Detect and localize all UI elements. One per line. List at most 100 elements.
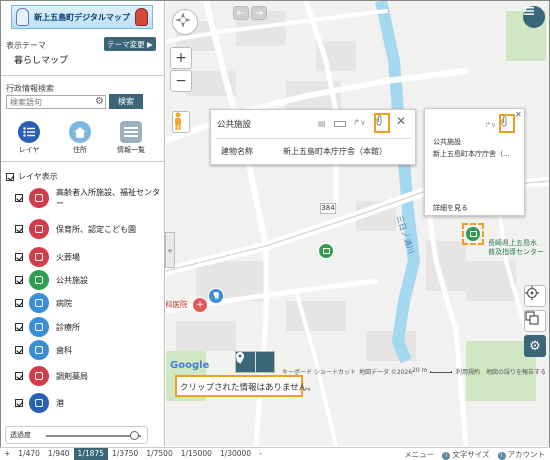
close-icon: ✕ [396, 114, 407, 128]
opacity-slider-thumb[interactable] [130, 431, 140, 440]
scale-option[interactable]: 1/7500 [142, 448, 176, 460]
zoom-out-button[interactable]: − [170, 70, 192, 92]
nav-info-list[interactable]: 情報一覧 [106, 121, 156, 155]
building-label-line1: 長崎県上五島水 [488, 239, 537, 247]
layer-item[interactable]: 火葬場 [15, 247, 164, 267]
directions-icon[interactable]: ↱∨ [353, 118, 366, 127]
layer-item[interactable]: 公共施設 [15, 270, 164, 290]
terms-link[interactable]: 利用規約 [456, 367, 480, 376]
scale-prev-button[interactable]: + [0, 448, 14, 460]
layer-item[interactable]: 高齢者入所施設、福祉センター [15, 187, 164, 209]
directions-icon[interactable]: ↱∨ [485, 121, 496, 129]
dental-marker[interactable] [208, 288, 224, 304]
footer-menu-link[interactable]: メニュー [404, 449, 434, 460]
back-arrow-button[interactable]: ← [233, 6, 249, 20]
elderly-facility-icon [29, 188, 49, 208]
nav-layers[interactable]: レイヤ [4, 121, 54, 155]
scale-option[interactable]: 1/470 [14, 448, 44, 460]
theme-change-button[interactable]: テーマ変更 ▶ [104, 37, 156, 51]
side-popup-name[interactable]: 新上五島町本庁庁舎（... [433, 149, 510, 159]
hospital-cross-icon: + [196, 300, 204, 310]
layer-checkbox[interactable] [15, 253, 23, 261]
popup-divider [215, 138, 411, 139]
selected-marker[interactable] [462, 223, 484, 245]
print-icon[interactable]: ▤ [318, 119, 326, 128]
street-view-pegman[interactable] [172, 111, 190, 133]
clip-message: クリップされた情報はありません。 [175, 375, 316, 397]
settings-button[interactable]: ⚙ [524, 335, 546, 357]
nav-address-label: 住所 [73, 146, 87, 154]
clinic-icon [29, 317, 49, 337]
mascot-right-icon [135, 8, 148, 26]
layer-checkbox[interactable] [15, 194, 23, 202]
app-logo[interactable]: 新上五島町デジタルマップ [11, 5, 153, 29]
building-label-line2: 普及指導センター [488, 248, 544, 256]
forward-arrow-button[interactable]: → [251, 6, 267, 20]
layer-label: 病院 [56, 298, 72, 308]
zoom-in-button[interactable]: + [170, 47, 192, 69]
layer-item[interactable]: 病院 [15, 293, 164, 313]
paperclip-icon [501, 116, 507, 127]
pharmacy-icon [29, 366, 49, 386]
popup-title: 公共施設 [217, 120, 252, 130]
layer-checkbox[interactable] [15, 372, 23, 380]
plus-icon: + [175, 50, 187, 66]
layer-item[interactable]: 調剤薬局 [15, 366, 164, 386]
building-map-label: 長崎県上五島水 普及指導センター [488, 239, 544, 257]
scale-bar-footer: + 1/470 1/940 1/1875 1/3750 1/7500 1/15000 1/3… [0, 447, 550, 460]
scale-next-button[interactable]: - [255, 448, 266, 460]
layer-item[interactable]: 保育所、認定こども園 [15, 219, 164, 239]
card-icon[interactable] [334, 121, 346, 127]
layer-checkbox[interactable] [15, 323, 23, 331]
more-details-link[interactable]: 詳細を見る [433, 203, 468, 213]
search-input[interactable] [6, 95, 106, 109]
layer-checkbox[interactable] [15, 225, 23, 233]
sidebar-collapse-button[interactable]: « [165, 232, 175, 268]
footer-font-size-link[interactable]: i 文字サイズ [442, 449, 490, 460]
locate-button[interactable] [524, 285, 546, 307]
clip-button[interactable] [374, 113, 390, 133]
layer-item[interactable]: 港 [15, 393, 164, 413]
divider [1, 161, 164, 162]
opacity-slider-track[interactable] [46, 435, 141, 437]
layer-display-toggle[interactable]: レイヤ表示 [6, 171, 58, 182]
layer-checkbox[interactable] [15, 299, 23, 307]
popup-close-button[interactable]: ✕ [396, 114, 406, 128]
layer-item[interactable]: 歯科 [15, 340, 164, 360]
layer-checkbox[interactable] [15, 399, 23, 407]
side-clip-button[interactable] [499, 114, 515, 133]
clip-toolbar [235, 351, 275, 373]
footer-font-size-label: 文字サイズ [452, 450, 490, 459]
search-button[interactable]: 検索 [109, 94, 143, 109]
scale-option[interactable]: 1/1875 [73, 448, 108, 460]
scale-option[interactable]: 1/30000 [216, 448, 255, 460]
nav-address[interactable]: 住所 [55, 121, 105, 155]
theme-label: 表示テーマ [6, 41, 46, 50]
search-settings-icon[interactable]: ⚙ [94, 96, 105, 107]
layer-switch-button[interactable] [524, 310, 546, 332]
map-canvas[interactable]: ← → + − 公共施設 ▤ ↱∨ ✕ 建物名称 新上五島町本庁庁舎（本館） ✕… [166, 1, 549, 446]
layer-label: 診療所 [56, 322, 80, 332]
layer-display-checkbox[interactable] [6, 172, 14, 181]
clip-toolbar-pin[interactable] [236, 352, 274, 372]
layer-checkbox[interactable] [15, 346, 23, 354]
scale-option[interactable]: 1/3750 [108, 448, 142, 460]
layer-label: 高齢者入所施設、福祉センター [56, 188, 160, 208]
scale-bar [430, 371, 452, 373]
scale-option[interactable]: 1/940 [44, 448, 74, 460]
layers-icon [18, 121, 40, 143]
side-popup-close-button[interactable]: ✕ [515, 110, 522, 119]
public-facility-marker[interactable] [318, 243, 334, 259]
opacity-control: 透過度 [5, 426, 148, 444]
logo-title: 新上五島町デジタルマップ [34, 12, 130, 22]
hospital-map-label: 科医院 [166, 300, 188, 309]
footer-account-link[interactable]: i アカウント [497, 449, 545, 460]
main-menu-button[interactable] [523, 6, 545, 28]
scale-option[interactable]: 1/15000 [177, 448, 216, 460]
paperclip-icon [376, 115, 382, 126]
hospital-marker[interactable]: + [192, 297, 208, 313]
layer-checkbox[interactable] [15, 276, 23, 284]
report-error-link[interactable]: 地図の誤りを報告する [486, 367, 546, 376]
compass-control[interactable] [172, 9, 198, 35]
layer-item[interactable]: 診療所 [15, 317, 164, 337]
